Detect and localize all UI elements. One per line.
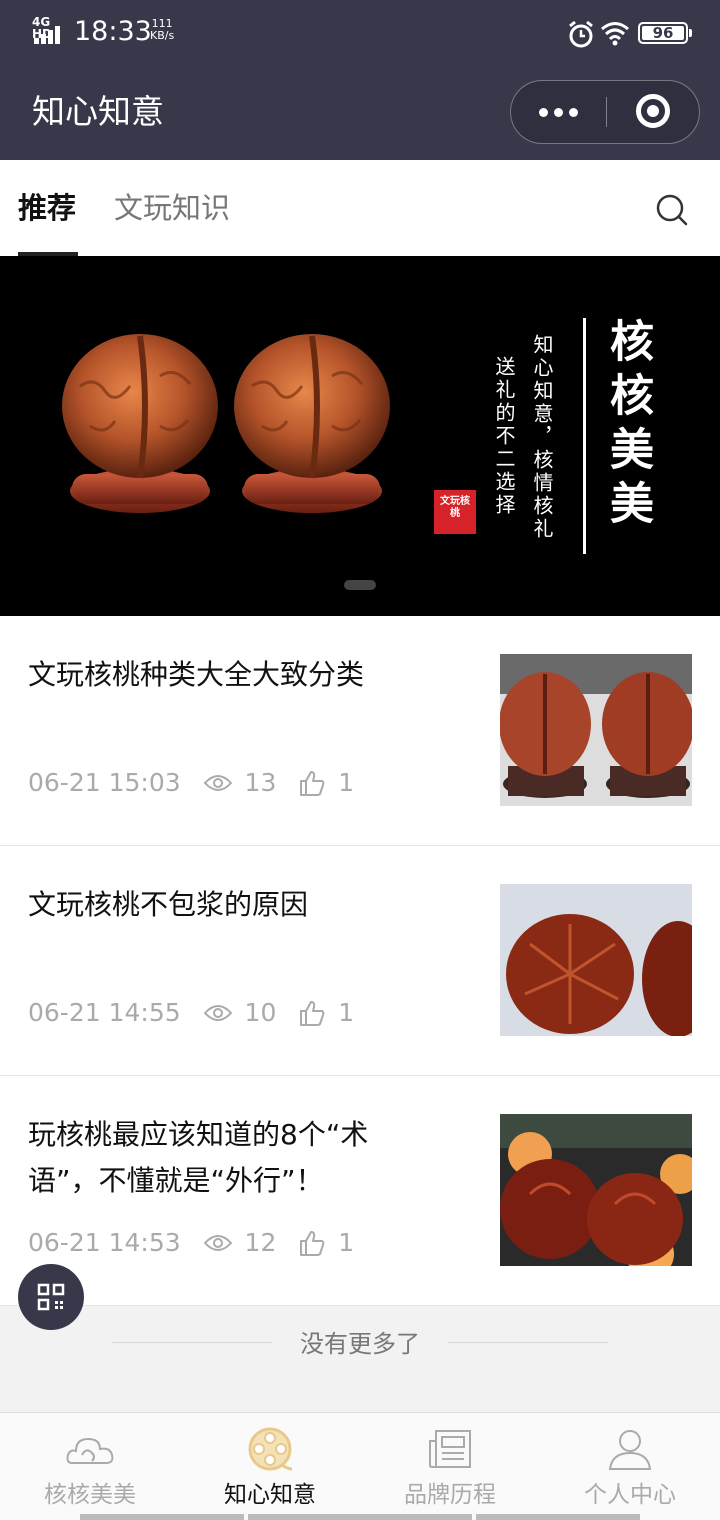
article-meta: 06-21 14:53 12 1: [28, 1222, 354, 1262]
list-end-area: 没有更多了: [0, 1306, 720, 1412]
article-title: 玩核桃最应该知道的8个“术语”，不懂就是“外行”！: [28, 1118, 369, 1197]
like-count: 1: [338, 768, 355, 797]
article-date: 06-21 14:53: [28, 1228, 181, 1257]
gesture-bar: [80, 1514, 244, 1520]
banner-line1: 知心知意，核情核礼: [530, 334, 554, 541]
status-bar: 4G HD 18:33 111 KB/s 96: [0, 0, 720, 66]
nav-item-profile[interactable]: 个人中心: [540, 1413, 720, 1520]
top-bar: 4G HD 18:33 111 KB/s 96 知心知意: [0, 0, 720, 160]
banner-divider: [583, 318, 586, 554]
carousel-indicator: [344, 580, 376, 590]
article-date: 06-21 14:55: [28, 998, 181, 1027]
article-date: 06-21 15:03: [28, 768, 181, 797]
article-thumbnail: [500, 884, 692, 1036]
article-meta: 06-21 15:03 13 1: [28, 762, 354, 802]
speed-unit: KB/s: [150, 29, 175, 42]
like-count: 1: [338, 998, 355, 1027]
banner-carousel[interactable]: 文玩核桃 送礼的不二选择 知心知意，核情核礼 核核美美: [0, 256, 720, 616]
banner-line2: 送礼的不二选择: [492, 356, 516, 517]
bottom-navigation: 核核美美 知心知意 品牌历程 个人中心: [0, 1412, 720, 1520]
nav-label: 品牌历程: [404, 1482, 496, 1508]
article-thumbnail: [500, 654, 692, 806]
view-count: 10: [244, 998, 277, 1027]
qr-code-icon: [37, 1283, 65, 1311]
newspaper-icon: [429, 1430, 471, 1468]
thumbs-up-icon: [300, 1001, 325, 1026]
article-title: 文玩核桃种类大全大致分类: [28, 658, 365, 691]
person-icon: [608, 1430, 652, 1470]
nav-label: 核核美美: [44, 1482, 136, 1508]
alarm-clock-icon: [569, 20, 593, 48]
mini-program-capsule: [510, 80, 700, 144]
article-meta: 06-21 14:55 10 1: [28, 992, 354, 1032]
tab-knowledge[interactable]: 文玩知识: [114, 188, 230, 228]
cloud-icon: [66, 1437, 114, 1464]
status-time: 18:33: [74, 16, 152, 47]
page-title: 知心知意: [32, 92, 164, 131]
close-mini-program-button[interactable]: [607, 81, 699, 142]
article-item[interactable]: 文玩核桃种类大全大致分类 06-21 15:03 13 1: [0, 616, 720, 846]
gesture-bar: [248, 1514, 472, 1520]
signal-icon: 4G HD: [32, 16, 66, 44]
tab-recommend[interactable]: 推荐: [18, 188, 76, 228]
tab-bar: 推荐 文玩知识: [0, 160, 720, 256]
nav-label: 知心知意: [224, 1482, 316, 1508]
article-item[interactable]: 文玩核桃不包浆的原因 06-21 14:55 10 1: [0, 846, 720, 1076]
more-button[interactable]: [511, 81, 606, 142]
film-reel-icon: [248, 1427, 293, 1471]
nav-item-hehe-meimei[interactable]: 核核美美: [0, 1413, 180, 1520]
red-seal: 文玩核桃: [434, 490, 476, 534]
like-count: 1: [338, 1228, 355, 1257]
eye-icon: [203, 1005, 232, 1021]
article-item[interactable]: 玩核桃最应该知道的8个“术语”，不懂就是“外行”！ 06-21 14:53 12…: [0, 1076, 720, 1306]
nav-item-zhixin-zhiyi[interactable]: 知心知意: [180, 1413, 360, 1520]
thumbs-up-icon: [300, 1231, 325, 1256]
banner-headline: 核核美美: [602, 318, 653, 534]
view-count: 12: [244, 1228, 277, 1257]
gesture-bar: [476, 1514, 640, 1520]
thumbs-up-icon: [300, 771, 325, 796]
divider-line: [448, 1342, 608, 1343]
network-speed: 111 KB/s: [150, 18, 174, 42]
nav-item-brand-history[interactable]: 品牌历程: [360, 1413, 540, 1520]
battery-icon: 96: [638, 22, 692, 44]
nav-label: 个人中心: [584, 1482, 676, 1508]
qr-code-button[interactable]: [18, 1264, 84, 1330]
no-more-text: 没有更多了: [300, 1330, 420, 1358]
view-count: 13: [244, 768, 277, 797]
eye-icon: [203, 775, 232, 791]
search-icon[interactable]: [652, 190, 692, 230]
article-thumbnail: [500, 1114, 692, 1266]
article-title: 文玩核桃不包浆的原因: [28, 888, 309, 921]
wifi-icon: [601, 22, 629, 46]
eye-icon: [203, 1235, 232, 1251]
battery-level: 96: [652, 24, 674, 42]
